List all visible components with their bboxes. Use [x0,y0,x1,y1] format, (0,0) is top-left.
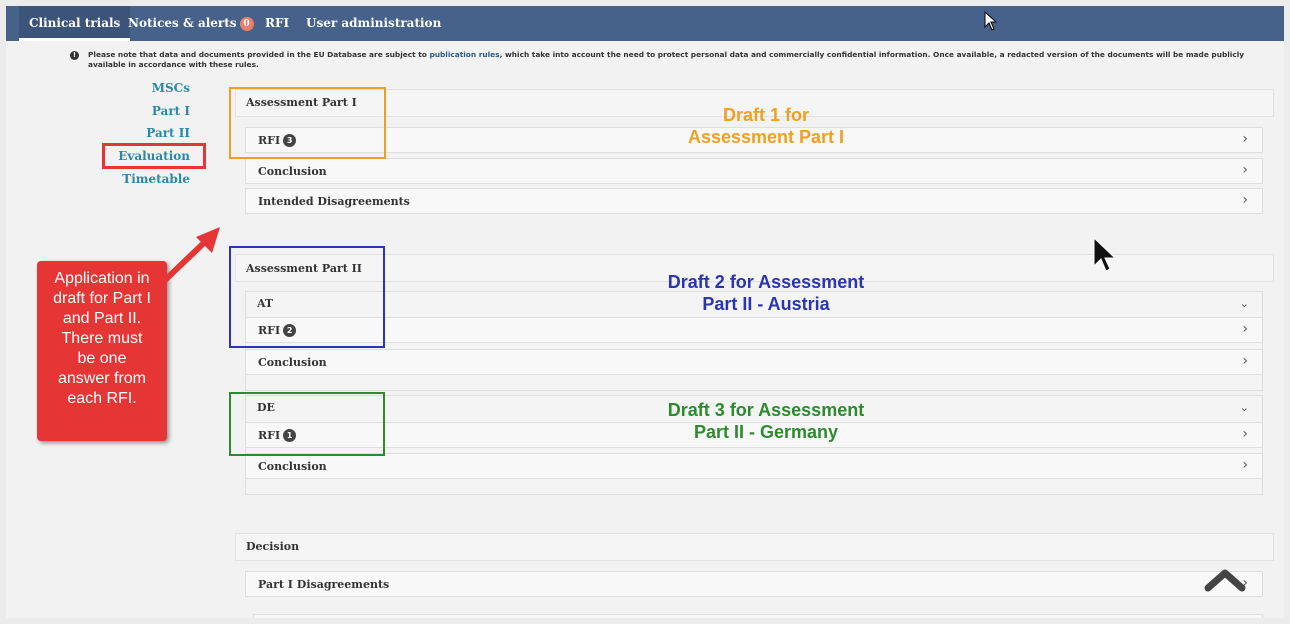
scroll-to-top-icon[interactable] [1204,568,1246,592]
decision-header[interactable]: Decision [235,533,1274,561]
callout-note: Application in draft for Part I and Part… [37,261,167,441]
tab-clinical-trials[interactable]: Clinical trials [19,6,131,41]
nav-part-1[interactable]: Part I [152,104,190,118]
part1-conclusion-label: Conclusion [258,165,327,178]
notice-text-before: Please note that data and documents prov… [88,50,430,59]
draft2-annotation: Draft 2 for Assessment Part II - Austria [667,272,865,314]
chevron-right-icon: › [1242,457,1248,473]
chevron-right-icon: › [1242,353,1248,369]
part2-at-rfi-row[interactable]: RFI 2 › [245,317,1263,343]
evaluation-highlight-box [102,143,206,169]
draft2-highlight-box [229,246,385,348]
part2-at-conclusion-label: Conclusion [258,356,327,369]
chevron-right-icon: › [1242,321,1248,337]
mouse-pointer-icon [1093,236,1117,272]
chevron-right-icon: › [1242,162,1248,178]
screen: Clinical trials Notices & alerts 0 RFI Us… [6,6,1284,618]
chevron-right-icon: › [1242,192,1248,208]
part2-de-conclusion-row[interactable]: Conclusion › [245,453,1263,479]
draft3-annotation: Draft 3 for Assessment Part II - Germany [667,400,865,442]
nav-timetable[interactable]: Timetable [122,172,190,186]
draft1-highlight-box [229,87,386,159]
tab-rfi[interactable]: RFI [265,6,289,41]
chevron-down-icon: ⌄ [1239,297,1249,310]
part1-disagreements-decision-row[interactable]: Part I Disagreements › [245,571,1263,597]
part1-conclusion-row[interactable]: Conclusion › [245,158,1263,184]
tab-user-administration[interactable]: User administration [306,6,441,41]
publication-notice: ! Please note that data and documents pr… [70,50,1280,70]
next-row-partial [253,614,1263,618]
decision-title: Decision [246,540,300,553]
part2-at-conclusion-row[interactable]: Conclusion › [245,349,1263,375]
nav-part-2[interactable]: Part II [146,126,190,140]
info-icon: ! [70,51,79,60]
draft1-annotation: Draft 1 for Assessment Part I [687,105,845,147]
publication-rules-link[interactable]: publication rules [429,50,499,59]
part1-disagreements-decision-label: Part I Disagreements [258,578,390,591]
notices-count-badge: 0 [239,17,254,31]
part1-disagreements-label: Intended Disagreements [258,195,410,208]
nav-mscs[interactable]: MSCs [152,81,190,95]
chevron-right-icon: › [1242,426,1248,442]
callout-arrow-icon [159,227,220,286]
tab-notices-alerts[interactable]: Notices & alerts 0 [128,6,254,41]
mouse-cursor-icon [984,11,998,31]
part1-disagreements-row[interactable]: Intended Disagreements › [245,188,1263,214]
top-navigation: Clinical trials Notices & alerts 0 RFI Us… [6,6,1284,41]
tab-notices-label: Notices & alerts [128,16,237,30]
draft3-highlight-box [229,392,385,456]
part2-de-conclusion-label: Conclusion [258,460,327,473]
chevron-right-icon: › [1242,131,1248,147]
chevron-down-icon: ⌄ [1239,401,1249,414]
